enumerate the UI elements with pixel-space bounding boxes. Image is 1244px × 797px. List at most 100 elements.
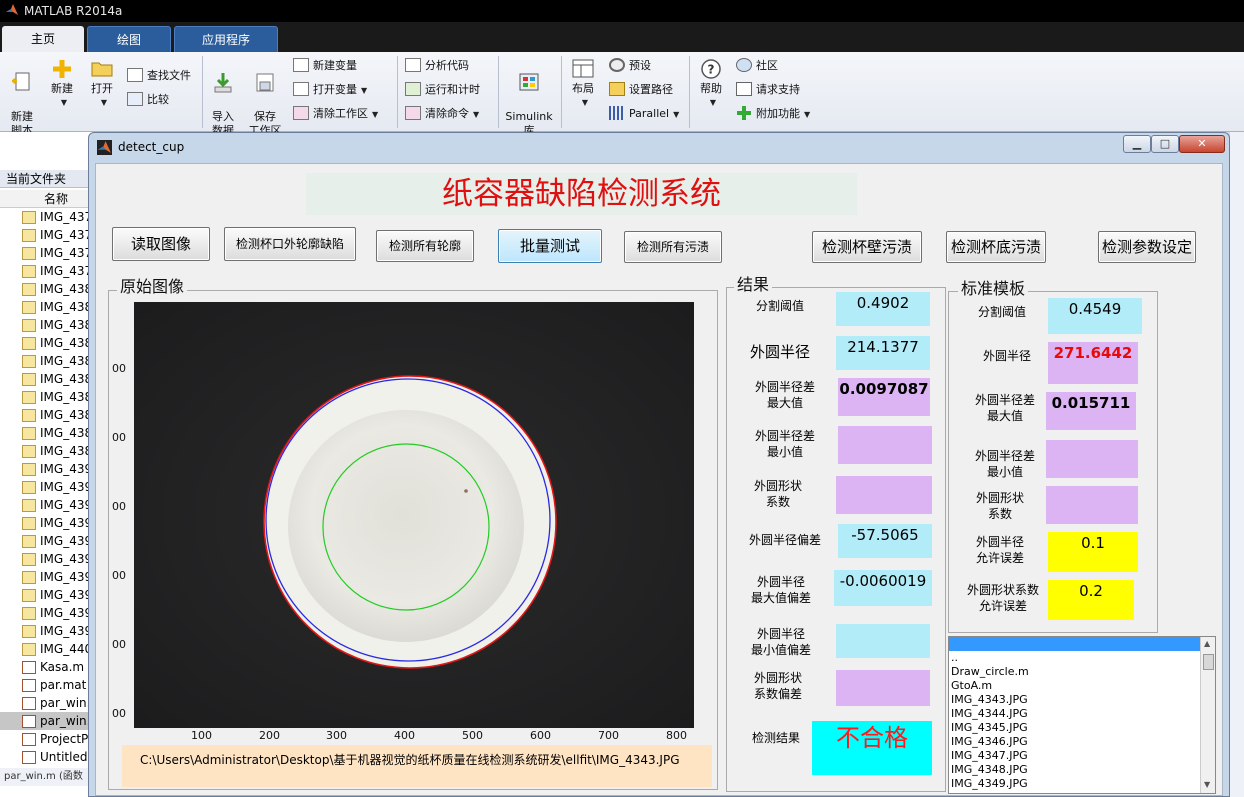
file-list-item[interactable]: IMG_439 <box>0 460 96 478</box>
file-list-item[interactable]: IMG_439 <box>0 478 96 496</box>
open-variable-button[interactable]: 打开变量 ▼ <box>293 80 367 100</box>
clear-commands-button[interactable]: 清除命令 ▼ <box>405 104 479 124</box>
listbox-item[interactable]: IMG_4344.JPG <box>949 707 1215 721</box>
file-list-item[interactable]: Untitled. <box>0 748 96 766</box>
file-list-item[interactable]: IMG_439 <box>0 514 96 532</box>
listbox-item[interactable]: IMG_4345.JPG <box>949 721 1215 735</box>
file-list-item[interactable]: par_win. <box>0 694 96 712</box>
listbox-scrollbar[interactable]: ▲ ▼ <box>1200 637 1215 793</box>
listbox-item[interactable]: IMG_4347.JPG <box>949 749 1215 763</box>
listbox-item[interactable]: IMG_4343.JPG <box>949 693 1215 707</box>
scroll-up-icon[interactable]: ▲ <box>1204 639 1210 648</box>
help-button[interactable]: ? 帮助 ▼ <box>694 58 728 110</box>
name-column-header[interactable]: 名称 <box>0 190 96 208</box>
detect-all-contours-button[interactable]: 检测所有轮廓 <box>376 230 474 262</box>
file-list-item[interactable]: IMG_438 <box>0 334 96 352</box>
analyze-code-button[interactable]: 分析代码 <box>405 56 469 76</box>
ribbon-tabs: 主页 绘图 应用程序 <box>0 22 1244 52</box>
detect-all-stains-button[interactable]: 检测所有污渍 <box>624 231 722 263</box>
run-and-time-button[interactable]: 运行和计时 <box>405 80 480 100</box>
open-button[interactable]: 打开 ▼ <box>84 58 120 110</box>
simulink-library-button[interactable]: Simulink 库 <box>504 58 554 138</box>
result-radius-max-dev-value: -0.0060019 <box>834 570 932 606</box>
file-list-item[interactable]: IMG_439 <box>0 604 96 622</box>
maximize-button[interactable]: □ <box>1151 135 1179 153</box>
file-list-item[interactable]: IMG_438 <box>0 298 96 316</box>
file-list-item[interactable]: IMG_438 <box>0 406 96 424</box>
file-list-item[interactable]: IMG_437 <box>0 262 96 280</box>
parallel-icon <box>609 106 625 120</box>
file-list-item[interactable]: IMG_439 <box>0 532 96 550</box>
file-list-item[interactable]: ProjectP <box>0 730 96 748</box>
new-button[interactable]: 新建 ▼ <box>44 58 80 110</box>
param-settings-button[interactable]: 检测参数设定 <box>1098 231 1196 263</box>
detect-rim-defect-button[interactable]: 检测杯口外轮廓缺陷 <box>224 227 356 261</box>
matlab-logo-icon <box>97 140 112 155</box>
listbox-item[interactable]: Draw_circle.m <box>949 665 1215 679</box>
find-files-button[interactable]: 查找文件 <box>127 66 191 86</box>
save-workspace-button[interactable]: 保存 工作区 <box>246 58 284 138</box>
tab-plots[interactable]: 绘图 <box>87 26 171 52</box>
file-list-item[interactable]: IMG_438 <box>0 370 96 388</box>
listbox-item[interactable]: IMG_4348.JPG <box>949 763 1215 777</box>
detect-wall-stain-button[interactable]: 检测杯壁污渍 <box>812 231 922 263</box>
listbox-item[interactable]: GtoA.m <box>949 679 1215 693</box>
tab-home[interactable]: 主页 <box>2 26 84 52</box>
file-list-item[interactable]: IMG_438 <box>0 352 96 370</box>
file-list-item[interactable]: IMG_440 <box>0 640 96 658</box>
save-workspace-icon <box>256 73 274 92</box>
image-axes[interactable] <box>134 302 694 728</box>
detect-bottom-stain-button[interactable]: 检测杯底污渍 <box>946 231 1046 263</box>
read-image-button[interactable]: 读取图像 <box>112 227 210 261</box>
verdict-value: 不合格 <box>812 721 932 775</box>
batch-test-button[interactable]: 批量测试 <box>498 229 602 263</box>
file-list-item[interactable]: IMG_438 <box>0 388 96 406</box>
scrollbar-thumb[interactable] <box>1203 654 1214 670</box>
workspace-edge <box>1230 132 1244 797</box>
listbox-item[interactable]: IMG_4349.JPG <box>949 777 1215 791</box>
file-list-item[interactable]: IMG_437 <box>0 208 96 226</box>
chevron-down-icon: ▼ <box>473 110 480 119</box>
file-list-item[interactable]: IMG_439 <box>0 586 96 604</box>
figure-titlebar: detect_cup ▁ □ ✕ <box>89 133 1229 161</box>
file-list-item[interactable]: IMG_439 <box>0 622 96 640</box>
file-list-item[interactable]: IMG_438 <box>0 442 96 460</box>
file-list-item[interactable]: IMG_437 <box>0 226 96 244</box>
file-name: IMG_439 <box>40 552 93 566</box>
file-list-item[interactable]: IMG_437 <box>0 244 96 262</box>
file-list-item[interactable]: IMG_439 <box>0 496 96 514</box>
file-list-item[interactable]: IMG_439 <box>0 550 96 568</box>
close-button[interactable]: ✕ <box>1179 135 1225 153</box>
add-ons-button[interactable]: 附加功能 ▼ <box>736 104 810 124</box>
file-list-item[interactable]: par_win. <box>0 712 96 730</box>
file-list-item[interactable]: IMG_438 <box>0 316 96 334</box>
file-list-item[interactable]: IMG_439 <box>0 568 96 586</box>
new-script-button[interactable]: 新建 脚本 <box>4 58 40 138</box>
result-radius-diff-min-label: 外圆半径差 最小值 <box>754 429 815 459</box>
verdict-label: 检测结果 <box>751 731 800 745</box>
file-list-item[interactable]: Kasa.m <box>0 658 96 676</box>
listbox-item[interactable]: .. <box>949 651 1215 665</box>
parallel-button[interactable]: Parallel ▼ <box>609 104 679 124</box>
image-file-icon <box>22 463 36 476</box>
clear-workspace-button[interactable]: 清除工作区 ▼ <box>293 104 378 124</box>
template-shape-coef-value <box>1046 486 1138 524</box>
new-variable-button[interactable]: 新建变量 <box>293 56 357 76</box>
set-path-button[interactable]: 设置路径 <box>609 80 673 100</box>
file-list-item[interactable]: IMG_438 <box>0 424 96 442</box>
import-data-button[interactable]: 导入 数据 <box>206 58 240 138</box>
scroll-down-icon[interactable]: ▼ <box>1204 780 1210 789</box>
selected-list-row[interactable] <box>949 637 1215 651</box>
layout-button[interactable]: 布局 ▼ <box>566 58 600 110</box>
request-support-button[interactable]: 请求支持 <box>736 80 800 100</box>
minimize-button[interactable]: ▁ <box>1123 135 1151 153</box>
file-listbox[interactable]: .. Draw_circle.m GtoA.m IMG_4343.JPG IMG_434… <box>948 636 1216 794</box>
community-button[interactable]: 社区 <box>736 56 778 76</box>
x-tick-label: 200 <box>259 729 280 742</box>
file-list-item[interactable]: par.mat <box>0 676 96 694</box>
preferences-button[interactable]: 预设 <box>609 56 651 76</box>
listbox-item[interactable]: IMG_4346.JPG <box>949 735 1215 749</box>
compare-button[interactable]: 比较 <box>127 90 169 110</box>
file-list-item[interactable]: IMG_438 <box>0 280 96 298</box>
tab-apps[interactable]: 应用程序 <box>174 26 278 52</box>
